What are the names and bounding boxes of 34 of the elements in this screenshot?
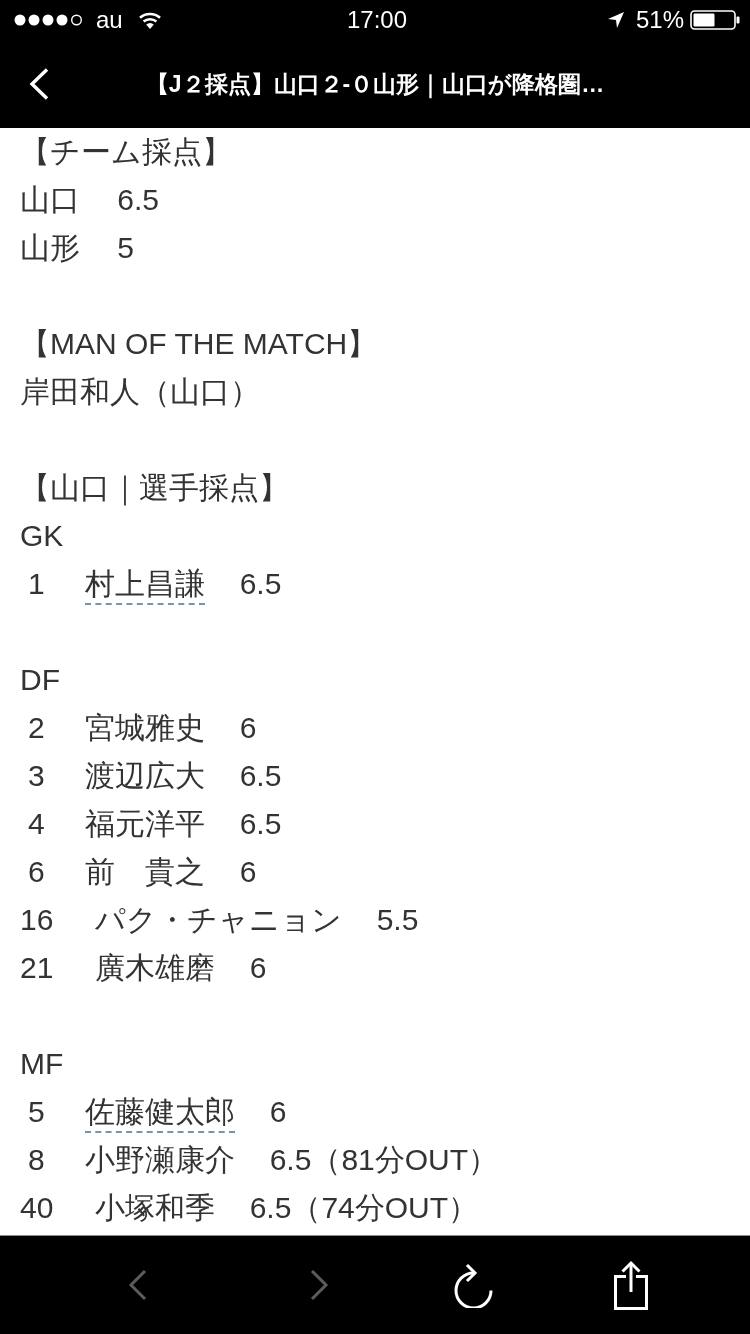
team-rating-line: 山口 6.5 (20, 182, 160, 218)
text-line: 岸田和人（山口） (20, 374, 260, 410)
location-arrow-icon (607, 12, 624, 28)
player-rating-line: 21 廣木雄磨 6 (20, 950, 267, 986)
position-label: MF (20, 1046, 64, 1082)
player-rating-line: 5 佐藤健太郎 6 (20, 1088, 287, 1136)
section-heading: 【山口｜選手採点】 (20, 470, 289, 508)
player-rating-line: 2 宮城雅史 6 (27, 710, 257, 746)
share-icon (613, 1260, 649, 1310)
player-rating-line: 1 村上昌謙 6.5 (20, 560, 282, 608)
chevron-right-icon (309, 1269, 329, 1301)
wifi-icon (137, 11, 162, 29)
player-name-link[interactable]: 佐藤健太郎 (85, 1093, 236, 1133)
clock-time: 17:00 (346, 6, 408, 34)
player-rating-line: 16 パク・チャニョン 5.5 (20, 902, 419, 938)
carrier-name: au (96, 6, 123, 34)
page-title: 【J２採点】山口２-０山形｜山口が降格圏… (145, 70, 605, 99)
section-heading: 【MAN OF THE MATCH】 (20, 326, 378, 362)
player-rating-line: 4 福元洋平 6.5 (27, 806, 282, 842)
battery-icon (690, 10, 740, 30)
chevron-left-icon (128, 1269, 148, 1301)
chevron-left-icon (29, 68, 49, 100)
player-rating-line: 40 小塚和季 6.5（74分OUT） (20, 1190, 479, 1226)
player-rating-line: 6 前 貴之 6 (27, 854, 257, 890)
player-name-link[interactable]: 村上昌謙 (85, 565, 206, 605)
position-label: GK (20, 518, 64, 554)
reload-icon (454, 1262, 494, 1308)
signal-strength-icon (14, 14, 83, 26)
player-rating-line: 8 小野瀬康介 6.5（81分OUT） (27, 1142, 499, 1178)
team-rating-line: 山形 5 (20, 230, 135, 266)
battery-percent: 51% (635, 6, 684, 34)
section-heading: 【チーム採点】 (20, 134, 232, 170)
position-label: DF (20, 662, 60, 698)
player-rating-line: 3 渡辺広大 6.5 (27, 758, 282, 794)
